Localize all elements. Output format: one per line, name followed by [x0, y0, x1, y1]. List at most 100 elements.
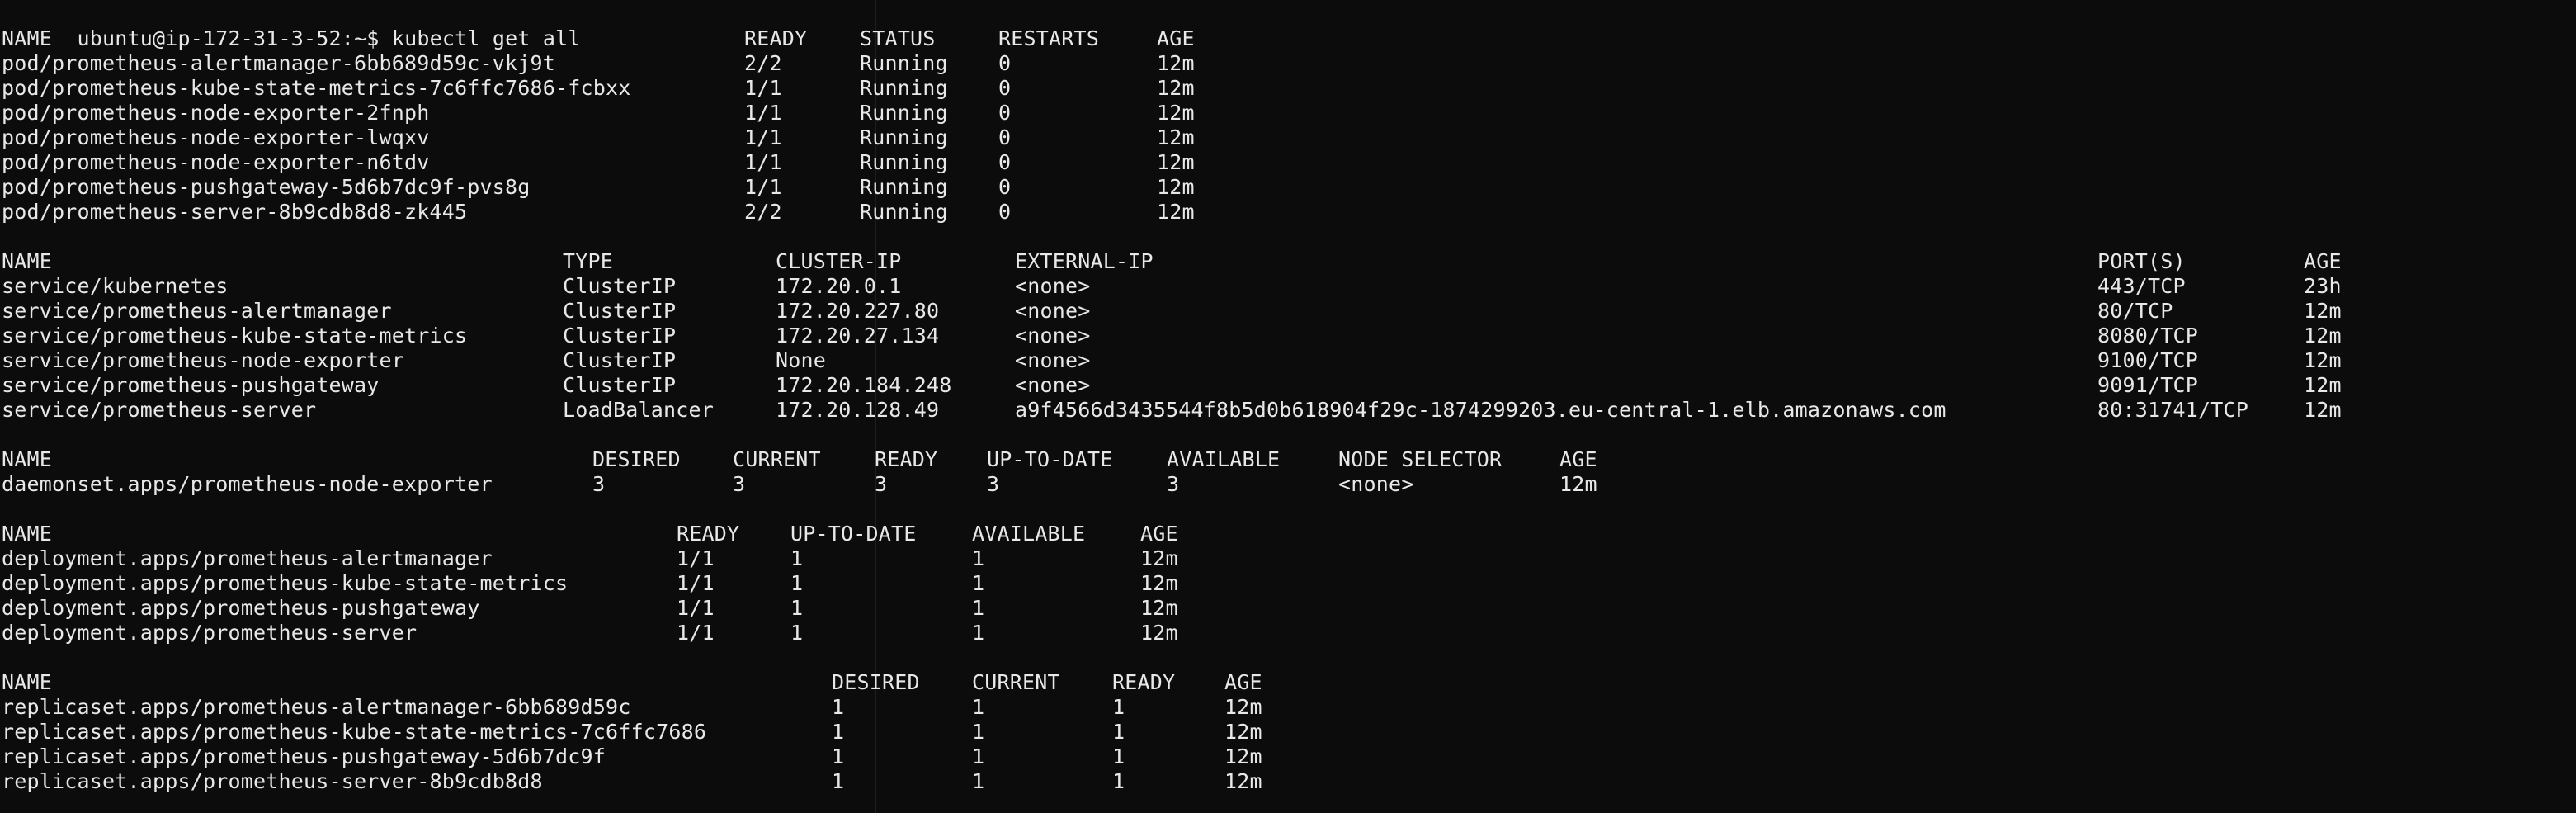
- column-header: TYPE: [563, 249, 614, 273]
- table-cell: 1/1: [744, 175, 782, 199]
- table-cell: ClusterIP: [563, 274, 677, 298]
- table-cell: 12m: [1140, 571, 1178, 595]
- table-cell: ClusterIP: [563, 348, 677, 372]
- table-cell: ClusterIP: [563, 299, 677, 323]
- terminal-window[interactable]: ubuntu@ip-172-31-3-52:~$ kubectl get all…: [0, 0, 2576, 813]
- table-row: service/kubernetes ClusterIP 172.20.0.1 <no…: [2, 274, 2342, 299]
- column-header: AGE: [2304, 249, 2342, 273]
- table-cell: 1: [832, 744, 845, 768]
- table-cell: 12m: [1157, 101, 1195, 125]
- column-header: READY: [875, 447, 938, 471]
- table-cell: 80:31741/TCP: [2097, 398, 2249, 422]
- table-row: pod/prometheus-kube-state-metrics-7c6ffc…: [2, 76, 1195, 101]
- table-cell: <none>: [1015, 274, 1091, 298]
- table-row: daemonset.apps/prometheus-node-exporter 3…: [2, 472, 1597, 497]
- table-cell: 1/1: [677, 596, 715, 620]
- column-header: READY: [677, 522, 740, 546]
- column-header: CURRENT: [972, 670, 1060, 694]
- table-cell: 12m: [1140, 621, 1178, 645]
- table-cell: service/prometheus-kube-state-metrics: [2, 324, 468, 347]
- table-row: replicaset.apps/prometheus-alertmanager-…: [2, 695, 1262, 720]
- table-row: pod/prometheus-server-8b9cdb8d8-zk445 2/2…: [2, 200, 1195, 225]
- table-cell: pod/prometheus-node-exporter-2fnph: [2, 101, 430, 125]
- table-cell: Running: [860, 101, 948, 125]
- table-cell: a9f4566d3435544f8b5d0b618904f29c-1874299…: [1015, 398, 1946, 422]
- table-cell: 1/1: [677, 546, 715, 570]
- table-cell: pod/prometheus-node-exporter-n6tdv: [2, 150, 430, 174]
- deployments-table: NAME READY UP-TO-DATE AVAILABLE AGE deploymen…: [2, 522, 1178, 645]
- pods-table: NAME READY STATUS RESTARTS AGE pod/prometheus…: [2, 26, 1195, 225]
- table-row: pod/prometheus-alertmanager-6bb689d59c-v…: [2, 51, 1195, 76]
- table-cell: service/kubernetes: [2, 274, 229, 298]
- services-table: NAME TYPE CLUSTER-IP EXTERNAL-IP PORT(S) AGE s…: [2, 249, 2342, 423]
- table-cell: 1: [790, 621, 804, 645]
- table-cell: 12m: [1559, 472, 1597, 496]
- table-cell: 12m: [1224, 744, 1262, 768]
- table-cell: 9091/TCP: [2097, 373, 2199, 397]
- table-cell: deployment.apps/prometheus-alertmanager: [2, 546, 493, 570]
- column-header: STATUS: [860, 26, 936, 50]
- table-cell: Running: [860, 51, 948, 75]
- column-header: NAME: [2, 522, 53, 546]
- table-row: pod/prometheus-node-exporter-n6tdv 1/1 Run…: [2, 150, 1195, 175]
- table-cell: 3: [987, 472, 1000, 496]
- column-header: UP-TO-DATE: [987, 447, 1113, 471]
- column-header: READY: [1112, 670, 1176, 694]
- table-cell: 12m: [1157, 150, 1195, 174]
- table-row: service/prometheus-pushgateway ClusterIP 1…: [2, 373, 2342, 398]
- table-cell: 8080/TCP: [2097, 324, 2199, 347]
- table-cell: 2/2: [744, 51, 782, 75]
- table-cell: 12m: [1224, 695, 1262, 719]
- table-cell: 1: [972, 596, 985, 620]
- table-cell: 172.20.227.80: [776, 299, 940, 323]
- column-header: NAME: [2, 26, 53, 50]
- table-cell: pod/prometheus-node-exporter-lwqxv: [2, 125, 430, 149]
- table-cell: 12m: [1157, 175, 1195, 199]
- table-cell: ClusterIP: [563, 373, 677, 397]
- table-cell: LoadBalancer: [563, 398, 715, 422]
- table-cell: 1: [972, 720, 985, 744]
- table-cell: 1: [1112, 769, 1125, 793]
- table-cell: 3: [875, 472, 888, 496]
- table-cell: 12m: [1140, 546, 1178, 570]
- table-cell: 0: [998, 51, 1012, 75]
- table-cell: service/prometheus-node-exporter: [2, 348, 405, 372]
- column-header: CURRENT: [733, 447, 821, 471]
- column-header: AVAILABLE: [972, 522, 1086, 546]
- table-cell: 443/TCP: [2097, 274, 2186, 298]
- table-cell: 0: [998, 175, 1012, 199]
- table-cell: 1/1: [744, 101, 782, 125]
- column-header: UP-TO-DATE: [790, 522, 917, 546]
- column-header: AVAILABLE: [1167, 447, 1281, 471]
- table-row: deployment.apps/prometheus-alertmanager 1…: [2, 546, 1178, 571]
- command-line: ubuntu@ip-172-31-3-52:~$ kubectl get all: [2, 2, 581, 50]
- table-cell: 1: [832, 720, 845, 744]
- table-row: deployment.apps/prometheus-pushgateway 1/…: [2, 596, 1178, 621]
- table-cell: Running: [860, 175, 948, 199]
- table-cell: daemonset.apps/prometheus-node-exporter: [2, 472, 493, 496]
- replicasets-table: NAME DESIRED CURRENT READY AGE replicaset.app…: [2, 670, 1262, 794]
- table-cell: 172.20.184.248: [776, 373, 952, 397]
- table-cell: <none>: [1015, 373, 1091, 397]
- table-cell: 3: [1167, 472, 1180, 496]
- table-cell: 12m: [1224, 720, 1262, 744]
- column-header: NAME: [2, 249, 53, 273]
- table-cell: 12m: [1157, 51, 1195, 75]
- table-cell: 1: [1112, 744, 1125, 768]
- table-cell: 0: [998, 76, 1012, 100]
- table-cell: 12m: [2304, 373, 2342, 397]
- table-cell: 172.20.27.134: [776, 324, 940, 347]
- table-cell: 1: [832, 769, 845, 793]
- column-header: PORT(S): [2097, 249, 2186, 273]
- table-cell: 1/1: [744, 76, 782, 100]
- table-cell: 12m: [2304, 398, 2342, 422]
- table-cell: 23h: [2304, 274, 2342, 298]
- prompt-line[interactable]: ubuntu@ip-172-31-3-52:~$: [2, 794, 581, 813]
- table-cell: deployment.apps/prometheus-pushgateway: [2, 596, 480, 620]
- table-cell: ClusterIP: [563, 324, 677, 347]
- table-row: pod/prometheus-pushgateway-5d6b7dc9f-pvs…: [2, 175, 1195, 200]
- table-row: replicaset.apps/prometheus-pushgateway-5…: [2, 744, 1262, 769]
- table-cell: 1/1: [677, 621, 715, 645]
- table-cell: 1: [972, 769, 985, 793]
- table-cell: deployment.apps/prometheus-kube-state-me…: [2, 571, 569, 595]
